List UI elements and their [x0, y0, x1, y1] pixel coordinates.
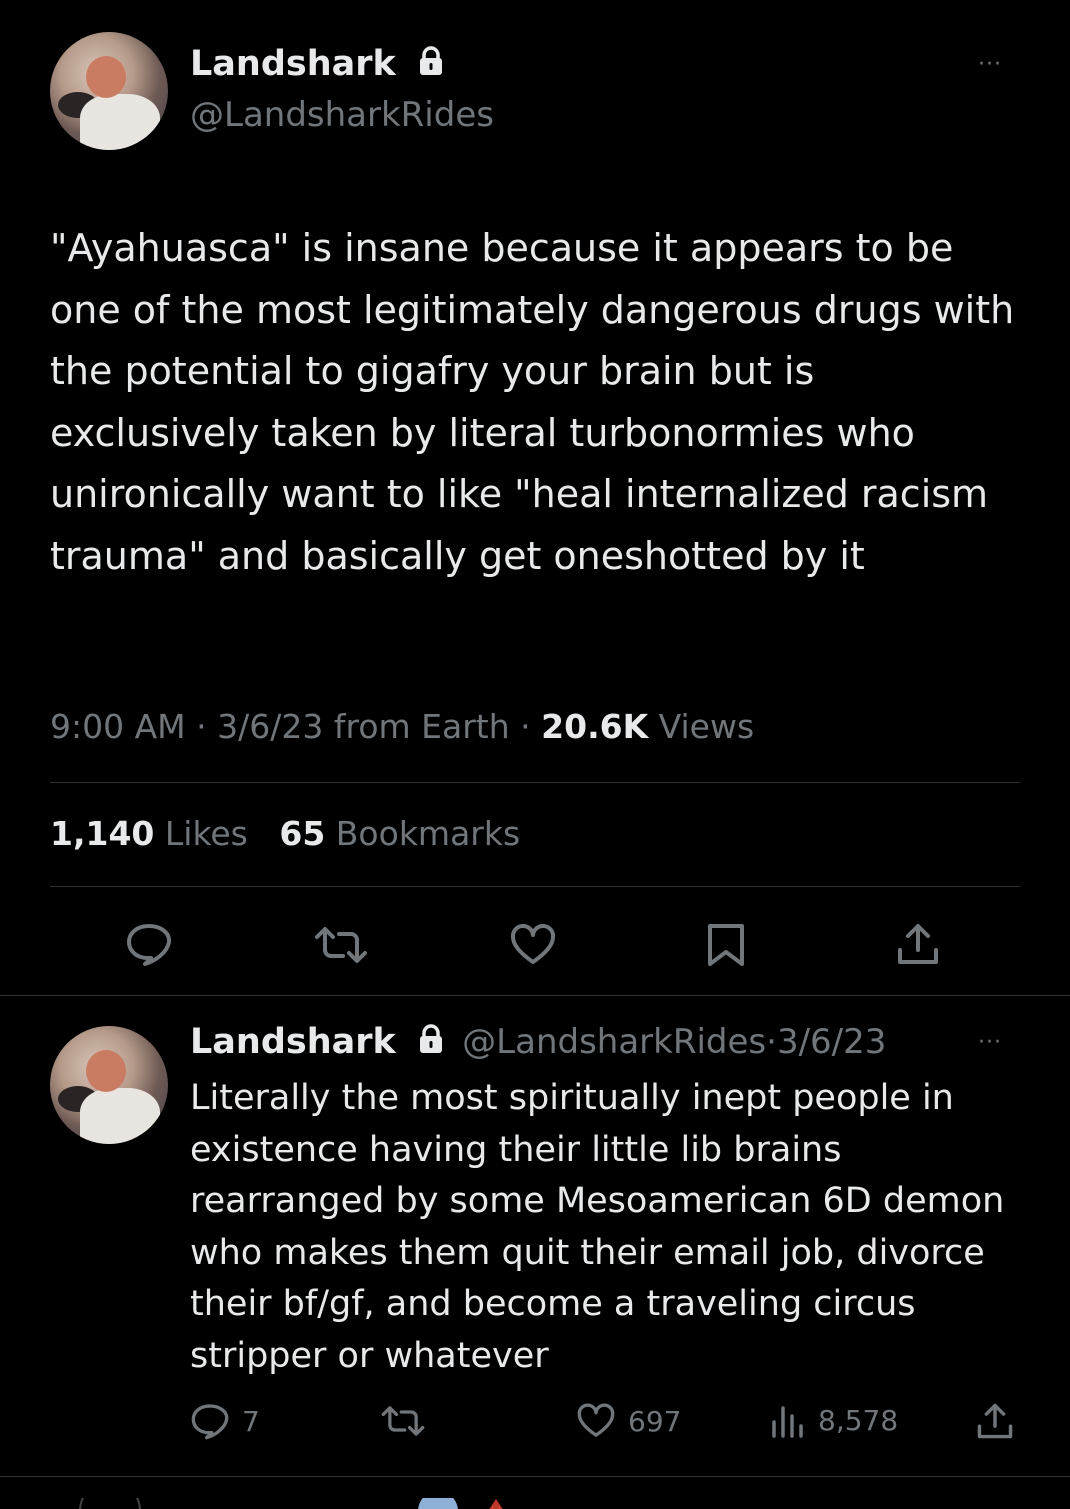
- divider: [50, 886, 1020, 887]
- reply-button[interactable]: [125, 922, 173, 966]
- tweet-meta: 9:00 AM · 3/6/23 from Earth · 20.6K View…: [50, 707, 755, 746]
- divider: [50, 782, 1020, 783]
- views-label: Views: [658, 707, 755, 746]
- share-button[interactable]: [896, 922, 940, 966]
- reply-share-button[interactable]: [976, 1402, 1014, 1440]
- view-count: 8,578: [818, 1403, 899, 1437]
- reply-text: Literally the most spiritually inept peo…: [190, 1078, 1005, 1376]
- views-count: 20.6K: [541, 707, 649, 746]
- retweet-icon: [315, 927, 367, 963]
- reply-retweet-button[interactable]: [380, 1404, 426, 1438]
- author-handle[interactable]: @LandsharkRides: [190, 95, 494, 135]
- reply-header: Landshark @LandsharkRides·3/6/23: [190, 1022, 887, 1063]
- heart-icon: [510, 924, 556, 964]
- views-icon: [772, 1406, 803, 1438]
- reply-more-options-button[interactable]: ···: [978, 1030, 1002, 1055]
- bookmarks-stat[interactable]: 65 Bookmarks: [279, 814, 520, 853]
- avatar[interactable]: [50, 1026, 168, 1144]
- reply-views-button[interactable]: 8,578: [770, 1402, 898, 1438]
- bookmark-button[interactable]: [706, 922, 746, 968]
- share-icon: [898, 924, 938, 964]
- author-name[interactable]: Landshark: [190, 44, 444, 85]
- tweet-source: from Earth: [333, 707, 510, 746]
- bookmark-icon: [708, 924, 744, 966]
- reply-like-button[interactable]: 697: [576, 1403, 681, 1439]
- tweet-date[interactable]: 3/6/23: [217, 707, 323, 746]
- reply-author-handle[interactable]: @LandsharkRides: [462, 1022, 766, 1062]
- retweet-button[interactable]: [313, 925, 369, 965]
- avatar[interactable]: [50, 32, 168, 150]
- likes-stat[interactable]: 1,140 Likes: [50, 814, 248, 853]
- share-icon: [977, 1403, 1013, 1439]
- next-tweet-peek: [0, 1480, 1070, 1509]
- author-name-label: Landshark: [190, 44, 396, 84]
- retweet-icon: [381, 1406, 425, 1436]
- reply-count: 7: [242, 1404, 260, 1438]
- lock-icon: [418, 45, 444, 85]
- reply-icon: [127, 924, 172, 966]
- divider: [0, 1476, 1070, 1477]
- lock-icon: [418, 1023, 444, 1063]
- reply-reply-button[interactable]: 7: [190, 1402, 260, 1440]
- tweet-time[interactable]: 9:00 AM: [50, 707, 186, 746]
- reply-icon: [191, 1404, 229, 1440]
- tweet-text: "Ayahuasca" is insane because it appears…: [50, 226, 1015, 578]
- like-button[interactable]: [509, 924, 557, 966]
- tweet-stats: 1,140 Likes 65 Bookmarks: [50, 814, 520, 853]
- reply-author-name[interactable]: Landshark: [190, 1022, 396, 1062]
- divider: [0, 995, 1070, 996]
- like-count: 697: [628, 1404, 682, 1438]
- reply-date[interactable]: 3/6/23: [777, 1022, 886, 1062]
- heart-icon: [577, 1403, 615, 1437]
- more-options-button[interactable]: ···: [978, 52, 1002, 77]
